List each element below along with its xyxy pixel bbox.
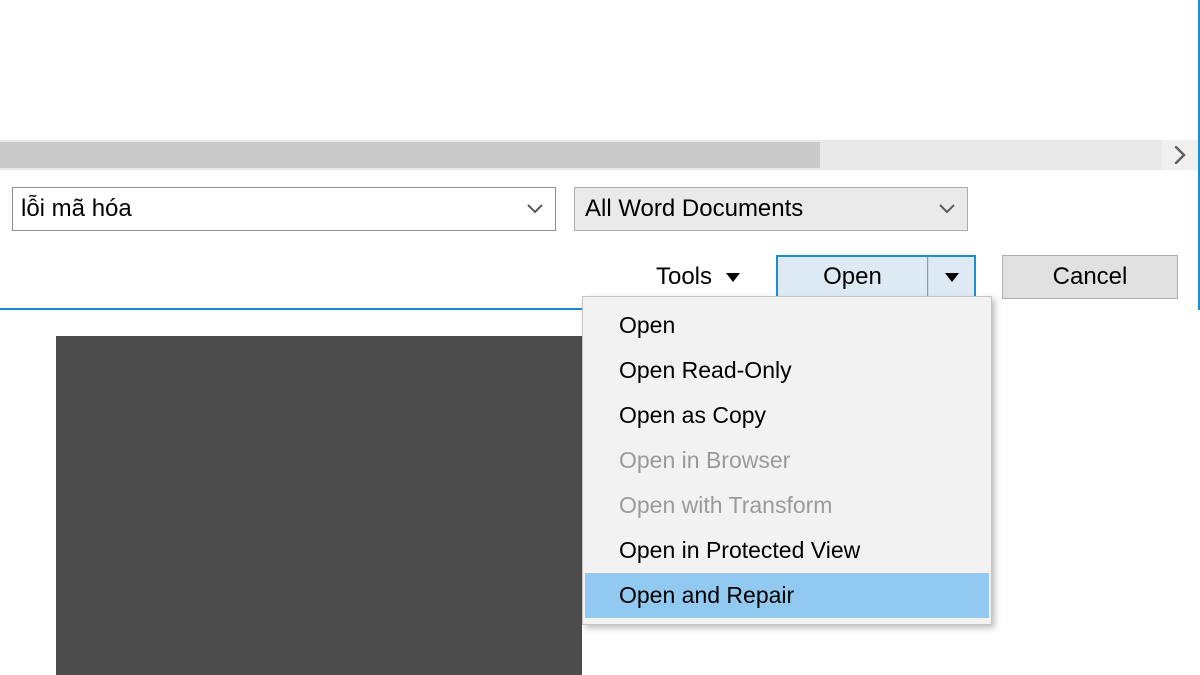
scroll-right-button[interactable]	[1162, 140, 1198, 170]
open-dropdown-button[interactable]	[928, 257, 974, 297]
file-fields-row: All Word Documents	[0, 184, 1198, 234]
open-button[interactable]: Open	[778, 257, 928, 297]
open-menu-item[interactable]: Open	[585, 303, 989, 348]
open-menu-item[interactable]: Open as Copy	[585, 393, 989, 438]
chevron-down-icon	[945, 273, 959, 282]
document-background	[56, 336, 582, 675]
chevron-down-icon	[726, 273, 740, 282]
filetype-filter-label: All Word Documents	[575, 195, 927, 223]
filetype-dropdown-button[interactable]	[927, 188, 967, 230]
filename-dropdown-button[interactable]	[515, 188, 555, 230]
open-menu-item[interactable]: Open and Repair	[585, 573, 989, 618]
scrollbar-track[interactable]	[0, 140, 1162, 170]
filename-combobox[interactable]	[12, 187, 556, 231]
open-menu-item[interactable]: Open in Protected View	[585, 528, 989, 573]
dialog-buttons-row: Tools Open Cancel	[0, 252, 1198, 302]
open-menu-item: Open in Browser	[585, 438, 989, 483]
horizontal-scrollbar[interactable]	[0, 140, 1198, 170]
filename-input[interactable]	[13, 194, 515, 224]
cancel-button[interactable]: Cancel	[1002, 255, 1178, 299]
tools-menu-button[interactable]: Tools	[656, 263, 740, 291]
open-options-menu: OpenOpen Read-OnlyOpen as CopyOpen in Br…	[582, 296, 992, 625]
filetype-filter-combobox[interactable]: All Word Documents	[574, 187, 968, 231]
open-menu-item[interactable]: Open Read-Only	[585, 348, 989, 393]
scrollbar-thumb[interactable]	[0, 142, 820, 168]
open-menu-item: Open with Transform	[585, 483, 989, 528]
open-dialog-panel: All Word Documents Tools Open Cancel	[0, 0, 1200, 310]
open-split-button[interactable]: Open	[776, 255, 976, 299]
tools-label: Tools	[656, 263, 712, 291]
